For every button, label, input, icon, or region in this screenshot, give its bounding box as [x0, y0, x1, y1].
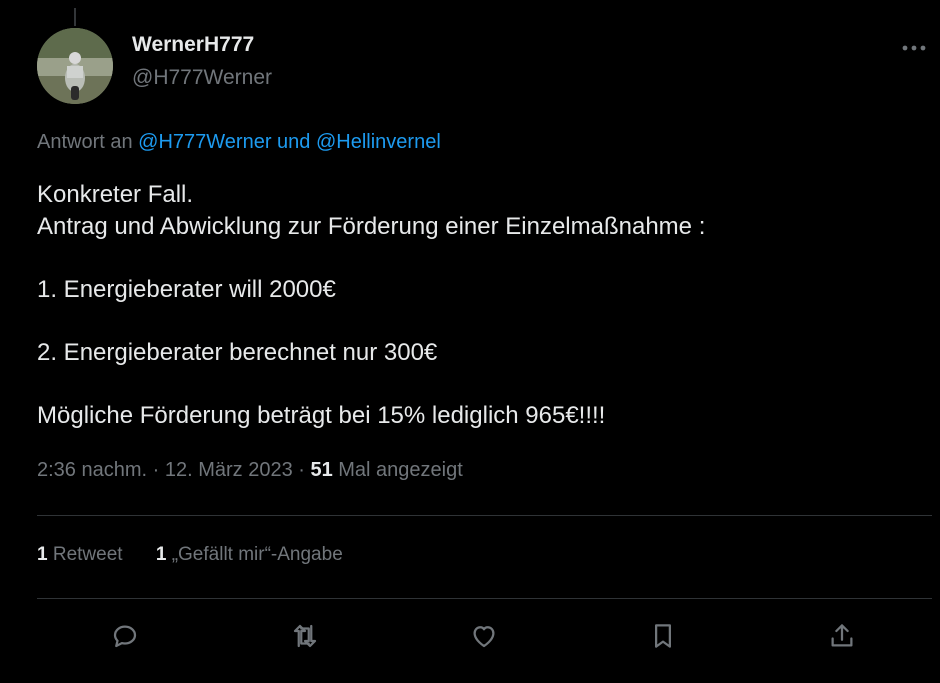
thread-line [74, 8, 76, 26]
motorcycle-avatar-icon [37, 28, 113, 104]
like-button[interactable] [460, 612, 508, 660]
tweet: WernerH777 @H777Werner Antwort an @H777W… [0, 0, 940, 683]
views-label: Mal angezeigt [332, 459, 463, 481]
author-handle[interactable]: @H777Werner [132, 66, 272, 90]
share-icon [831, 624, 853, 647]
author-display-name[interactable]: WernerH777 [132, 33, 254, 57]
share-button[interactable] [818, 612, 866, 660]
likes-stat[interactable]: 1 „Gefällt mir“-Angabe [156, 544, 343, 565]
retweet-icon [293, 624, 317, 648]
reply-icon [113, 625, 137, 648]
tweet-text: Konkreter Fall. Antrag und Abwicklung zu… [37, 179, 917, 431]
divider [37, 515, 932, 516]
views-count: 51 [310, 459, 333, 481]
bookmark-icon [655, 624, 671, 648]
retweet-button[interactable] [281, 612, 329, 660]
tweet-text-line: Antrag und Abwicklung zur Förderung eine… [37, 212, 706, 240]
timestamp-link[interactable]: 2:36 nachm. · 12. März 2023 · [37, 459, 310, 481]
reply-mentions-link[interactable]: @H777Werner und @Hellinvernel [138, 131, 441, 153]
divider [37, 598, 932, 599]
bookmark-button[interactable] [639, 612, 687, 660]
action-bar [37, 612, 932, 660]
tweet-text-line: 1. Energieberater will 2000€ [37, 275, 336, 303]
likes-count: 1 [155, 544, 167, 565]
engagement-stats: 1 Retweet 1 „Gefällt mir“-Angabe [37, 544, 371, 566]
tweet-text-line: 2. Energieberater berechnet nur 300€ [37, 338, 438, 366]
tweet-text-line: Mögliche Förderung beträgt bei 15% ledig… [37, 401, 606, 429]
reply-button[interactable] [101, 612, 149, 660]
tweet-meta: 2:36 nachm. · 12. März 2023 · 51 Mal ang… [37, 459, 463, 482]
reply-prefix: Antwort an [37, 131, 139, 153]
avatar[interactable] [37, 28, 113, 104]
retweets-count: 1 [37, 544, 48, 565]
tweet-text-line: Konkreter Fall. [37, 181, 194, 208]
like-icon [473, 626, 495, 648]
likes-label: „Gefällt mir“-Angabe [166, 544, 343, 565]
more-options-button[interactable] [900, 34, 928, 62]
retweets-stat[interactable]: 1 Retweet [37, 544, 123, 565]
reply-context: Antwort an @H777Werner und @Hellinvernel [37, 131, 441, 154]
retweets-label: Retweet [47, 544, 123, 565]
more-dots-icon [902, 45, 926, 51]
